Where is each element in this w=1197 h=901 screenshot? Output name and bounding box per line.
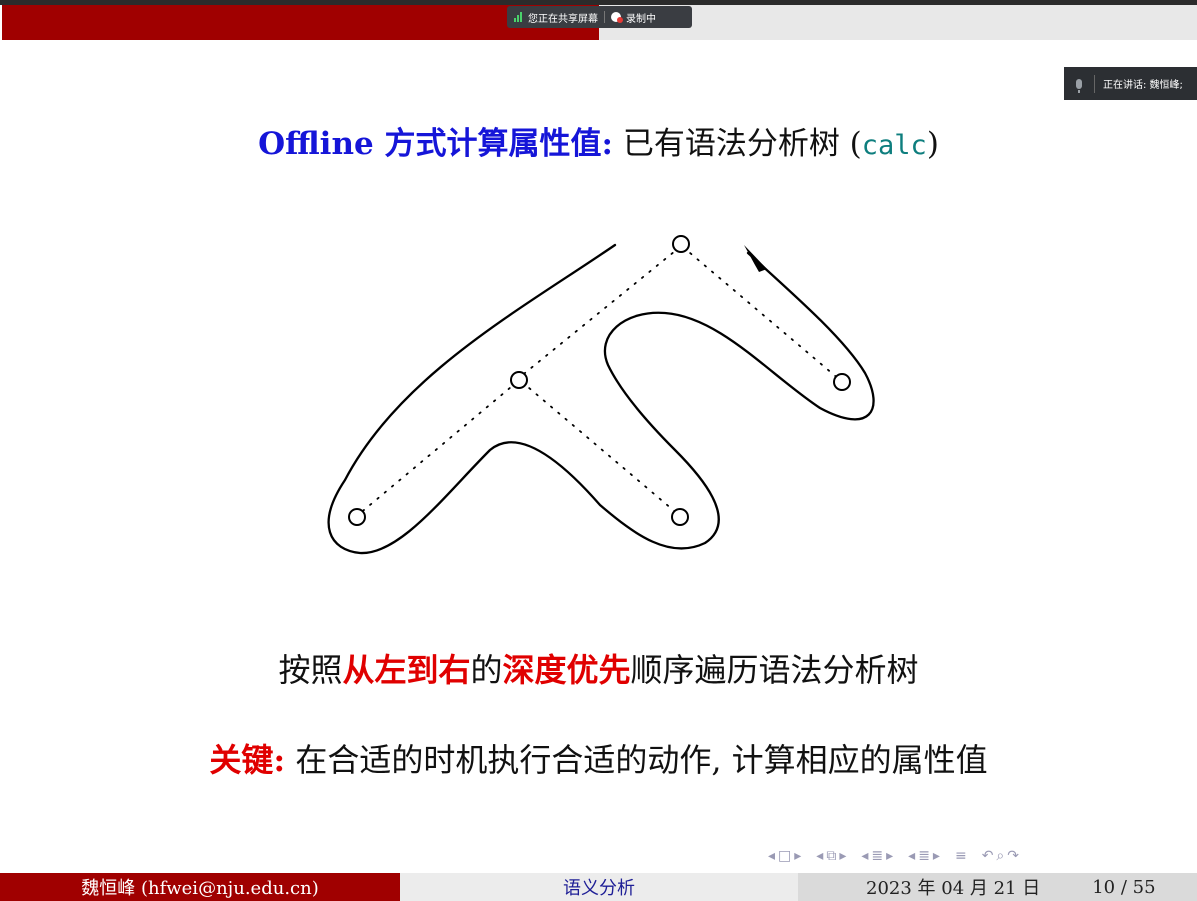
slide-title-close: ) bbox=[926, 126, 939, 162]
traversal-description: 按照从左到右的深度优先顺序遍历语法分析树 bbox=[0, 645, 1197, 691]
slide-title-emphasis: Offline 方式计算属性值: bbox=[258, 126, 613, 162]
slide-title-text: 已有语法分析树 ( bbox=[612, 126, 862, 162]
nav-outline-icon[interactable]: ≡ bbox=[955, 848, 967, 864]
nav-section-icon[interactable]: ≣ bbox=[871, 848, 883, 864]
nav-back-icon[interactable]: ↶ bbox=[982, 848, 994, 864]
key-point-text: 在合适的时机执行合适的动作, 计算相应的属性值 bbox=[285, 741, 988, 779]
nav-prev-icon[interactable]: ◂ bbox=[861, 848, 868, 864]
nav-prev-icon[interactable]: ◂ bbox=[816, 848, 823, 864]
signal-icon bbox=[514, 12, 522, 22]
tree-node-root bbox=[672, 235, 690, 253]
nav-frame-icon[interactable]: □ bbox=[778, 848, 791, 864]
footer-author: 魏恒峰 (hfwei@nju.edu.cn) bbox=[0, 873, 400, 901]
text-segment: 的 bbox=[470, 651, 503, 689]
active-speaker-badge: 正在讲话: 魏恒峰; bbox=[1064, 67, 1197, 100]
key-label: 关键: bbox=[209, 741, 286, 779]
slide-title-code: calc bbox=[861, 130, 927, 161]
text-segment: 顺序遍历语法分析树 bbox=[630, 651, 919, 689]
toolbar-divider bbox=[604, 11, 605, 23]
beamer-navigation[interactable]: ◂ □ ▸ ◂ ⧉ ▸ ◂ ≣ ▸ ◂ ≣ ▸ ≡ ↶ ⌕ ↷ bbox=[768, 846, 1188, 866]
parse-tree-traversal-diagram bbox=[327, 235, 875, 555]
nav-forward-icon[interactable]: ↷ bbox=[1007, 848, 1019, 864]
recording-status-label[interactable]: 录制中 bbox=[626, 10, 656, 25]
nav-next-icon[interactable]: ▸ bbox=[933, 848, 940, 864]
nav-next-icon[interactable]: ▸ bbox=[886, 848, 893, 864]
traversal-path bbox=[327, 243, 875, 555]
tree-node bbox=[510, 371, 528, 389]
nav-subsection-icon[interactable]: ⧉ bbox=[826, 848, 836, 864]
nav-doc-icon[interactable]: ≣ bbox=[918, 848, 930, 864]
footer-page-number: 10 / 55 bbox=[1092, 876, 1156, 898]
emphasis-depth-first: 深度优先 bbox=[502, 651, 631, 689]
text-segment: 按照 bbox=[278, 651, 343, 689]
nav-next-icon[interactable]: ▸ bbox=[794, 848, 801, 864]
key-point: 关键: 在合适的时机执行合适的动作, 计算相应的属性值 bbox=[0, 735, 1197, 781]
slide-footer: 魏恒峰 (hfwei@nju.edu.cn) 语义分析 2023 年 04 月 … bbox=[0, 873, 1197, 901]
nav-prev-icon[interactable]: ◂ bbox=[768, 848, 775, 864]
footer-title: 语义分析 bbox=[400, 873, 798, 901]
nav-search-icon[interactable]: ⌕ bbox=[996, 848, 1004, 864]
recording-icon bbox=[611, 12, 623, 23]
badge-divider bbox=[1094, 74, 1095, 93]
tree-node-leaf bbox=[348, 508, 366, 526]
tree-node-leaf bbox=[833, 373, 851, 391]
tree-edge bbox=[521, 381, 680, 516]
active-speaker-label: 正在讲话: 魏恒峰; bbox=[1103, 80, 1183, 91]
microphone-icon bbox=[1076, 78, 1082, 93]
sharing-status-label: 您正在共享屏幕 bbox=[528, 13, 598, 25]
slide-title: Offline 方式计算属性值: 已有语法分析树 (calc) bbox=[0, 118, 1197, 163]
traversal-curve bbox=[327, 243, 875, 555]
tree-node-leaf bbox=[671, 508, 689, 526]
footer-date: 2023 年 04 月 21 日 bbox=[866, 878, 1041, 899]
traversal-arrowhead bbox=[744, 245, 767, 272]
nav-prev-icon[interactable]: ◂ bbox=[908, 848, 915, 864]
screen-share-toolbar[interactable]: 您正在共享屏幕 录制中 bbox=[507, 6, 692, 28]
tree-edges bbox=[357, 246, 841, 516]
footer-meta: 2023 年 04 月 21 日 10 / 55 bbox=[798, 873, 1197, 901]
nav-next-icon[interactable]: ▸ bbox=[839, 848, 846, 864]
emphasis-left-to-right: 从左到右 bbox=[342, 651, 471, 689]
